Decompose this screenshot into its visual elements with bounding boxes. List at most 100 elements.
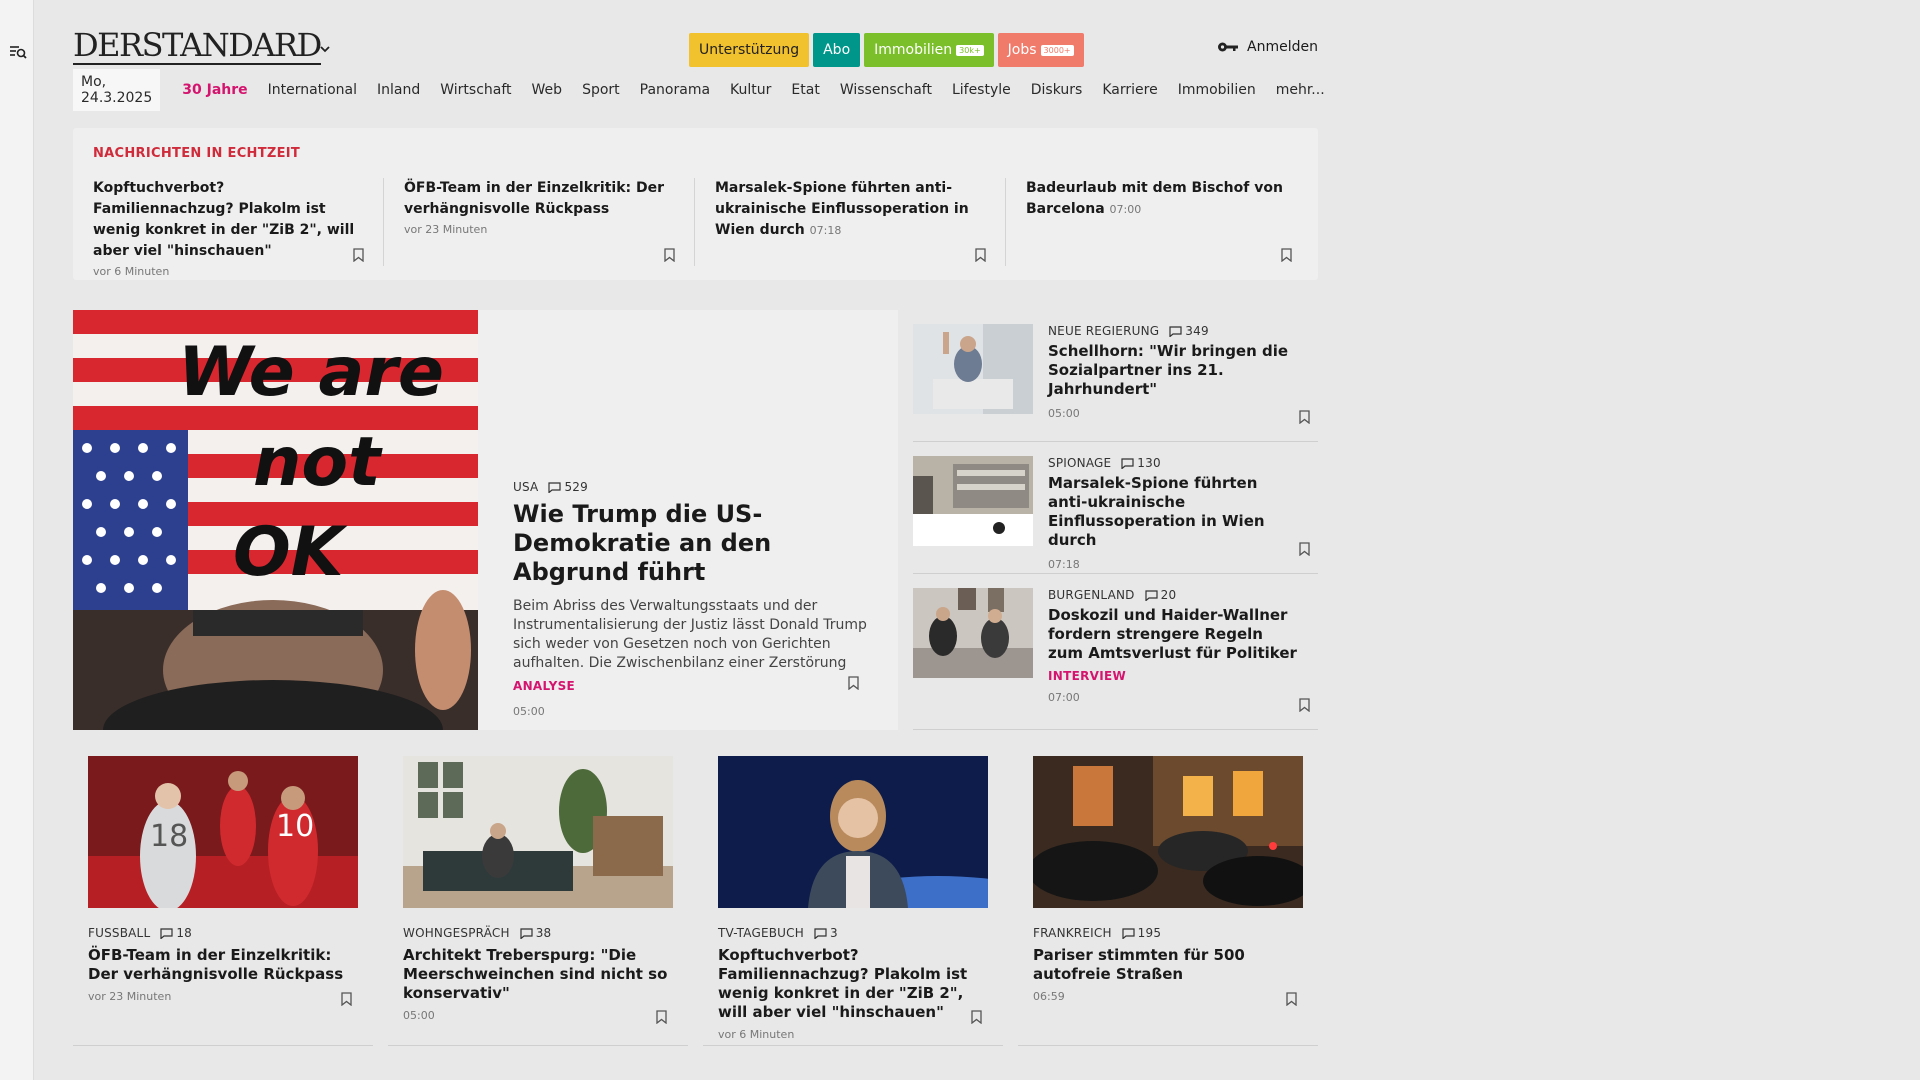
side-time: 05:00 — [1048, 407, 1080, 420]
bookmark-icon[interactable] — [971, 1010, 982, 1024]
main-nav: Mo, 24.3.2025 30 Jahre International Inl… — [73, 69, 1335, 111]
immobilien-button[interactable]: Immobilien 30k+ — [864, 33, 994, 67]
feature-headline[interactable]: Wie Trump die US-Demokratie an den Abgru… — [513, 500, 873, 587]
nav-item-inland[interactable]: Inland — [367, 82, 430, 98]
live-item[interactable]: ÖFB-Team in der Einzelkritik: Der verhän… — [384, 178, 695, 266]
teaser-headline: Kopftuchverbot? Familiennachzug? Plakolm… — [718, 946, 968, 1021]
immobilien-badge: 30k+ — [956, 44, 984, 56]
live-headline: Marsalek-Spione führten anti-ukrainische… — [715, 178, 985, 241]
nav-item-karriere[interactable]: Karriere — [1092, 82, 1167, 98]
comment-count-value: 195 — [1137, 926, 1162, 940]
live-ticker: NACHRICHTEN IN ECHTZEIT Kopftuchverbot? … — [73, 128, 1318, 280]
comment-icon — [1145, 589, 1158, 601]
bookmark-icon[interactable] — [848, 676, 859, 690]
comment-count[interactable]: 20 — [1145, 588, 1177, 602]
jobs-label: Jobs — [1007, 42, 1037, 58]
comment-icon — [520, 927, 533, 939]
side-image — [913, 588, 1033, 678]
bookmark-icon[interactable] — [1299, 698, 1310, 712]
nav-item-kultur[interactable]: Kultur — [720, 82, 781, 98]
current-date: Mo, 24.3.2025 — [73, 69, 161, 111]
left-rail — [0, 0, 34, 1080]
bookmark-icon[interactable] — [664, 248, 675, 262]
support-button[interactable]: Unterstützung — [689, 33, 810, 67]
jobs-badge: 3000+ — [1040, 44, 1074, 56]
live-item[interactable]: Badeurlaub mit dem Bischof von Barcelona… — [1006, 178, 1317, 266]
teaser-headline: Pariser stimmten für 500 autofreie Straß… — [1033, 946, 1245, 983]
feature-section: USA — [513, 480, 539, 494]
teaser-row: 18 10 FUSSBALL 18 ÖFB-Team in der Einzelk… — [73, 756, 1318, 1046]
comment-count[interactable]: 349 — [1169, 324, 1209, 338]
feature-tag: ANALYSE — [513, 679, 576, 693]
bookmark-icon[interactable] — [1286, 992, 1297, 1006]
comment-icon — [1169, 325, 1182, 337]
teaser-image — [718, 756, 988, 908]
teaser-card[interactable]: FRANKREICH 195 Pariser stimmten für 500 … — [1018, 756, 1318, 1046]
bookmark-icon[interactable] — [975, 248, 986, 262]
comment-count-value: 20 — [1160, 588, 1177, 602]
abo-button[interactable]: Abo — [813, 33, 861, 67]
teaser-card[interactable]: 18 10 FUSSBALL 18 ÖFB-Team in der Einzelk… — [73, 756, 373, 1046]
live-item[interactable]: Kopftuchverbot? Familiennachzug? Plakolm… — [73, 178, 384, 278]
comment-icon — [1121, 457, 1134, 469]
nav-item-30-jahre[interactable]: 30 Jahre — [172, 82, 257, 98]
bookmark-icon[interactable] — [1299, 542, 1310, 556]
nav-item-web[interactable]: Web — [522, 82, 573, 98]
site-logo[interactable]: DERSTANDARD — [73, 28, 322, 65]
bookmark-icon[interactable] — [1299, 410, 1310, 424]
side-article[interactable]: SPIONAGE 130 Marsalek-Spione führten ant… — [913, 442, 1318, 574]
comment-count[interactable]: 195 — [1122, 926, 1162, 940]
comment-count[interactable]: 3 — [814, 926, 838, 940]
feature-kicker: USA 529 — [513, 480, 873, 494]
bookmark-icon[interactable] — [341, 992, 352, 1006]
comment-count[interactable]: 38 — [520, 926, 552, 940]
comment-count[interactable]: 529 — [548, 480, 588, 494]
side-article[interactable]: NEUE REGIERUNG 349 Schellhorn: "Wir brin… — [913, 310, 1318, 442]
teaser-time: vor 6 Minuten — [718, 1028, 795, 1041]
side-section: SPIONAGE — [1048, 456, 1112, 470]
sign-text-line-3: OK — [233, 513, 348, 592]
bookmark-icon[interactable] — [353, 248, 364, 262]
nav-item-etat[interactable]: Etat — [781, 82, 829, 98]
teaser-card[interactable]: TV-TAGEBUCH 3 Kopftuchverbot? Familienna… — [703, 756, 1003, 1046]
protest-photo: We are not OK — [73, 310, 478, 730]
live-time: 07:18 — [809, 224, 842, 237]
live-headline: Badeurlaub mit dem Bischof von Barcelona… — [1026, 178, 1297, 220]
side-image — [913, 324, 1033, 414]
teaser-headline: ÖFB-Team in der Einzelkritik: Der verhän… — [88, 946, 344, 983]
bookmark-icon[interactable] — [656, 1010, 667, 1024]
chevron-down-icon[interactable] — [318, 42, 332, 56]
side-article[interactable]: BURGENLAND 20 Doskozil und Haider-Wallne… — [913, 574, 1318, 730]
page-container: DERSTANDARD Unterstützung Abo Immobilien… — [73, 0, 1325, 1046]
nav-item-panorama[interactable]: Panorama — [630, 82, 720, 98]
teaser-kicker: TV-TAGEBUCH 3 — [718, 926, 988, 940]
teaser-image — [403, 756, 673, 908]
nav-item-wirtschaft[interactable]: Wirtschaft — [430, 82, 521, 98]
side-list: NEUE REGIERUNG 349 Schellhorn: "Wir brin… — [913, 310, 1318, 730]
comment-icon — [548, 481, 562, 493]
live-item[interactable]: Marsalek-Spione führten anti-ukrainische… — [695, 178, 1006, 266]
nav-item-immobilien[interactable]: Immobilien — [1168, 82, 1266, 98]
feature-image: We are not OK — [73, 310, 478, 730]
login-button[interactable]: Anmelden — [1217, 39, 1318, 55]
feature-article[interactable]: We are not OK USA 529 Wie Trump die US-D… — [73, 310, 898, 730]
teaser-section: FUSSBALL — [88, 926, 151, 940]
teaser-card[interactable]: WOHNGESPRÄCH 38 Architekt Treberspurg: "… — [388, 756, 688, 1046]
live-time: 07:00 — [1109, 203, 1142, 216]
bookmark-icon[interactable] — [1281, 248, 1292, 262]
nav-item-wissenschaft[interactable]: Wissenschaft — [830, 82, 942, 98]
comment-count[interactable]: 18 — [160, 926, 192, 940]
nav-item-international[interactable]: International — [258, 82, 367, 98]
teaser-time: vor 23 Minuten — [88, 990, 172, 1003]
comment-count[interactable]: 130 — [1121, 456, 1161, 470]
feature-lead: Beim Abriss des Verwaltungsstaats und de… — [513, 598, 867, 671]
side-section: BURGENLAND — [1048, 588, 1135, 602]
jobs-button[interactable]: Jobs 3000+ — [997, 33, 1084, 67]
nav-item-diskurs[interactable]: Diskurs — [1021, 82, 1093, 98]
nav-item-mehr[interactable]: mehr... — [1266, 82, 1335, 98]
teaser-kicker: FRANKREICH 195 — [1033, 926, 1303, 940]
search-menu-icon[interactable] — [8, 42, 28, 62]
nav-item-sport[interactable]: Sport — [572, 82, 630, 98]
side-kicker: NEUE REGIERUNG 349 — [1048, 324, 1298, 338]
nav-item-lifestyle[interactable]: Lifestyle — [942, 82, 1021, 98]
